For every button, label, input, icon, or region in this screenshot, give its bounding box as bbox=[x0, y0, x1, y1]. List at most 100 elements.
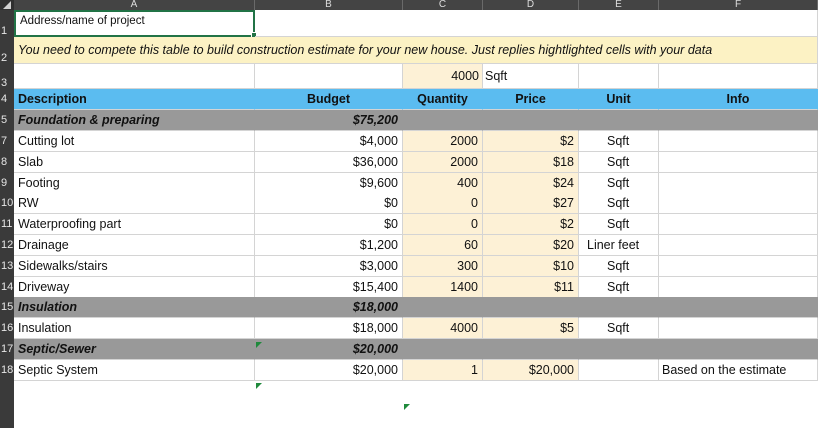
item-9-c[interactable]: 400 bbox=[403, 173, 483, 194]
item-13-f[interactable] bbox=[659, 256, 818, 277]
spreadsheet[interactable]: A B C D E F Address/name of project You n… bbox=[0, 0, 818, 428]
section-17-c[interactable] bbox=[403, 339, 483, 360]
error-indicator-icon[interactable] bbox=[404, 404, 410, 410]
item-10-d[interactable]: $27 bbox=[483, 193, 579, 214]
row-header-2[interactable]: 2 bbox=[0, 37, 14, 64]
section-15-c[interactable] bbox=[403, 297, 483, 318]
column-header-f[interactable]: F bbox=[659, 0, 818, 10]
row-3-f[interactable] bbox=[659, 64, 818, 89]
section-5-a[interactable]: Foundation & preparing bbox=[14, 110, 255, 131]
section-5-d[interactable] bbox=[483, 110, 579, 131]
empty-row-1[interactable] bbox=[255, 10, 818, 37]
column-header-e[interactable]: E bbox=[579, 0, 659, 10]
row-3-b[interactable] bbox=[255, 64, 403, 89]
item-7-f[interactable] bbox=[659, 131, 818, 152]
row-header-7[interactable]: 7 bbox=[0, 131, 14, 152]
item-10-a[interactable]: RW bbox=[14, 193, 255, 214]
item-9-a[interactable]: Footing bbox=[14, 173, 255, 194]
section-15-d[interactable] bbox=[483, 297, 579, 318]
section-17-a[interactable]: Septic/Sewer bbox=[14, 339, 255, 360]
column-header-c[interactable]: C bbox=[403, 0, 483, 10]
item-16-e[interactable]: Sqft bbox=[579, 318, 659, 339]
item-10-c[interactable]: 0 bbox=[403, 193, 483, 214]
item-10-f[interactable] bbox=[659, 193, 818, 214]
item-16-a[interactable]: Insulation bbox=[14, 318, 255, 339]
item-14-c[interactable]: 1400 bbox=[403, 277, 483, 298]
row-header-10[interactable]: 10 bbox=[0, 193, 14, 214]
project-name-cell[interactable]: Address/name of project bbox=[14, 10, 255, 37]
row-header-3[interactable]: 3 bbox=[0, 64, 14, 89]
item-12-a[interactable]: Drainage bbox=[14, 235, 255, 256]
item-18-d[interactable]: $20,000 bbox=[483, 360, 579, 381]
item-18-e[interactable] bbox=[579, 360, 659, 381]
item-8-e[interactable]: Sqft bbox=[579, 152, 659, 173]
section-5-b[interactable]: $75,200 bbox=[255, 110, 403, 131]
item-11-e[interactable]: Sqft bbox=[579, 214, 659, 235]
row-header-17[interactable]: 17 bbox=[0, 339, 14, 360]
item-9-e[interactable]: Sqft bbox=[579, 173, 659, 194]
item-11-c[interactable]: 0 bbox=[403, 214, 483, 235]
item-10-b[interactable]: $0 bbox=[255, 193, 403, 214]
section-17-d[interactable] bbox=[483, 339, 579, 360]
row-header-16[interactable]: 16 bbox=[0, 318, 14, 339]
item-8-c[interactable]: 2000 bbox=[403, 152, 483, 173]
row-header-9[interactable]: 9 bbox=[0, 173, 14, 194]
item-7-b[interactable]: $4,000 bbox=[255, 131, 403, 152]
house-area-input[interactable]: 4000 bbox=[403, 64, 483, 89]
item-18-a[interactable]: Septic System bbox=[14, 360, 255, 381]
section-5-e[interactable] bbox=[579, 110, 659, 131]
item-13-e[interactable]: Sqft bbox=[579, 256, 659, 277]
row-header-12[interactable]: 12 bbox=[0, 235, 14, 256]
item-7-d[interactable]: $2 bbox=[483, 131, 579, 152]
item-16-b[interactable]: $18,000 bbox=[255, 318, 403, 339]
item-13-b[interactable]: $3,000 bbox=[255, 256, 403, 277]
item-7-e[interactable]: Sqft bbox=[579, 131, 659, 152]
item-12-d[interactable]: $20 bbox=[483, 235, 579, 256]
item-9-f[interactable] bbox=[659, 173, 818, 194]
row-header-5[interactable]: 5 bbox=[0, 110, 14, 131]
section-15-b[interactable]: $18,000 bbox=[255, 297, 403, 318]
row-3-e[interactable] bbox=[579, 64, 659, 89]
item-18-f[interactable]: Based on the estimate bbox=[659, 360, 818, 381]
section-15-a[interactable]: Insulation bbox=[14, 297, 255, 318]
item-11-d[interactable]: $2 bbox=[483, 214, 579, 235]
row-header-14[interactable]: 14 bbox=[0, 277, 14, 298]
item-8-d[interactable]: $18 bbox=[483, 152, 579, 173]
item-11-f[interactable] bbox=[659, 214, 818, 235]
column-header-a[interactable]: A bbox=[14, 0, 255, 10]
item-18-b[interactable]: $20,000 bbox=[255, 360, 403, 381]
row-header-11[interactable]: 11 bbox=[0, 214, 14, 235]
row-header-8[interactable]: 8 bbox=[0, 152, 14, 173]
select-all-corner[interactable] bbox=[0, 0, 14, 10]
item-14-f[interactable] bbox=[659, 277, 818, 298]
item-16-f[interactable] bbox=[659, 318, 818, 339]
section-17-f[interactable] bbox=[659, 339, 818, 360]
item-9-b[interactable]: $9,600 bbox=[255, 173, 403, 194]
item-9-d[interactable]: $24 bbox=[483, 173, 579, 194]
item-13-d[interactable]: $10 bbox=[483, 256, 579, 277]
item-7-a[interactable]: Cutting lot bbox=[14, 131, 255, 152]
section-5-c[interactable] bbox=[403, 110, 483, 131]
item-8-b[interactable]: $36,000 bbox=[255, 152, 403, 173]
item-7-c[interactable]: 2000 bbox=[403, 131, 483, 152]
row-header-15[interactable]: 15 bbox=[0, 297, 14, 318]
row-3-a[interactable] bbox=[14, 64, 255, 89]
row-header-1[interactable]: 1 bbox=[0, 10, 14, 37]
error-indicator-icon[interactable] bbox=[256, 383, 262, 389]
item-11-b[interactable]: $0 bbox=[255, 214, 403, 235]
row-header-18[interactable]: 18 bbox=[0, 360, 14, 381]
section-17-b[interactable]: $20,000 bbox=[255, 339, 403, 360]
row-header-4[interactable]: 4 bbox=[0, 89, 14, 110]
item-18-c[interactable]: 1 bbox=[403, 360, 483, 381]
item-8-f[interactable] bbox=[659, 152, 818, 173]
item-11-a[interactable]: Waterproofing part bbox=[14, 214, 255, 235]
item-12-e[interactable]: Liner feet bbox=[579, 235, 659, 256]
item-16-c[interactable]: 4000 bbox=[403, 318, 483, 339]
item-14-d[interactable]: $11 bbox=[483, 277, 579, 298]
item-16-d[interactable]: $5 bbox=[483, 318, 579, 339]
item-14-a[interactable]: Driveway bbox=[14, 277, 255, 298]
item-14-e[interactable]: Sqft bbox=[579, 277, 659, 298]
item-13-c[interactable]: 300 bbox=[403, 256, 483, 277]
item-8-a[interactable]: Slab bbox=[14, 152, 255, 173]
item-14-b[interactable]: $15,400 bbox=[255, 277, 403, 298]
